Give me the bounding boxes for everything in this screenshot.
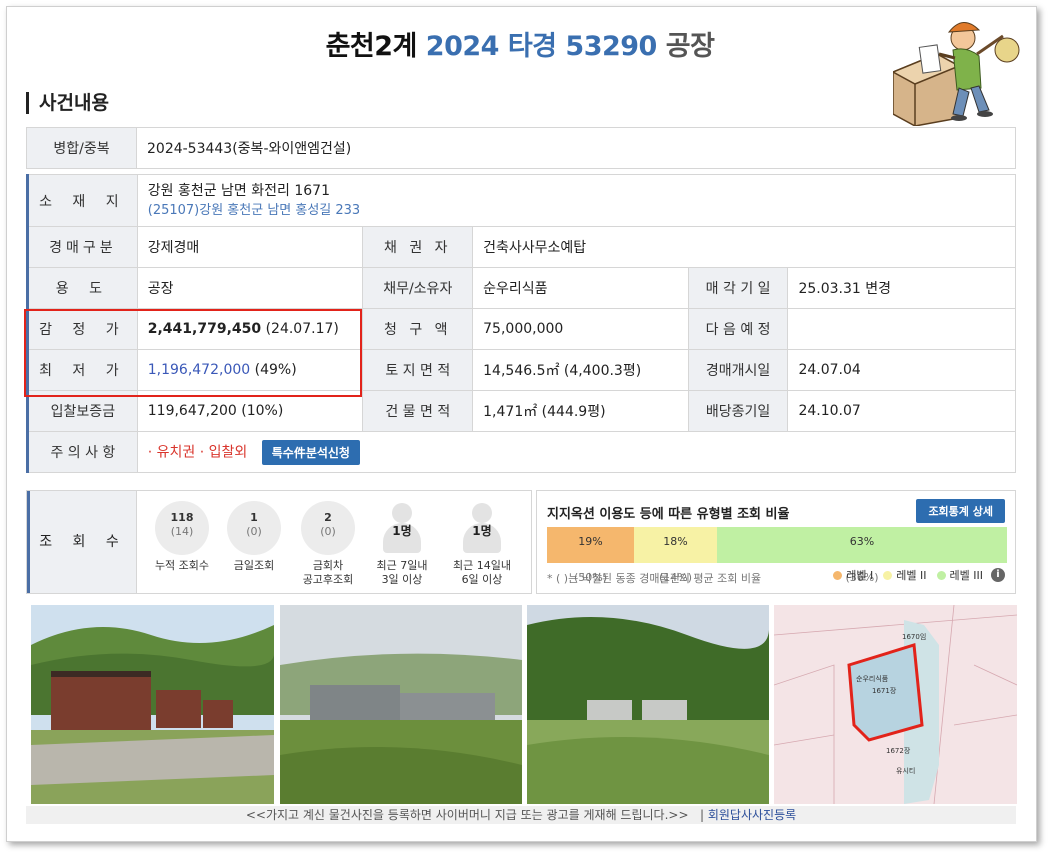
map-label-road: 유시티 <box>896 766 915 775</box>
legend-dot-level3 <box>936 570 946 580</box>
debtor-value: 순우리식품 <box>472 267 689 309</box>
ratio-note: * ( )는 낙찰된 동종 경매물건의 평균 조회 비율 <box>547 572 762 585</box>
property-photo-1[interactable] <box>31 605 274 804</box>
special-analysis-button[interactable]: 특수件분석신청 <box>261 439 360 465</box>
property-category: 공장 <box>665 31 715 62</box>
building-area-value: 1,471㎡ (444.9평) <box>472 390 689 432</box>
map-label-lot2: 1670임 <box>902 633 926 641</box>
view-count-label: 조 회 수 <box>27 491 137 593</box>
land-area-value: 14,546.5㎡ (4,400.3평) <box>472 349 689 391</box>
view-stat-round: 2 (0) 금회차 공고후조회 <box>291 501 365 587</box>
view-stat-total: 118 (14) 누적 조회수 <box>145 501 219 573</box>
view-stat-today: 1 (0) 금일조회 <box>217 501 291 573</box>
map-label-lot: 1671장 <box>872 686 897 695</box>
view-stat-14days: 1명 최근 14일내 6일 이상 <box>445 501 519 587</box>
next-date-label: 다 음 예 정 <box>687 308 789 350</box>
property-photo-3[interactable] <box>527 605 769 804</box>
auction-type-value: 강제경매 <box>136 226 364 268</box>
photo-caption-bar: <<가지고 계신 물건사진을 등록하면 사이버머니 지급 또는 광고를 게재해 … <box>26 806 1016 824</box>
map-label-company: 순우리식품 <box>856 674 889 683</box>
merge-table: 병합/중복 2024-53443(중복-와이앤엠건설) <box>26 127 1016 169</box>
ratio-segment-level2: 18% (14%) <box>634 527 717 584</box>
creditor-value: 건축사사무소예탑 <box>472 226 1016 268</box>
map-label-lot3: 1672장 <box>886 746 911 755</box>
view-stat-7days: 1명 최근 7일내 3일 이상 <box>365 501 439 587</box>
view-count-panel: 조 회 수 118 (14) 누적 조회수 1 (0) 금일조회 2 (0) 금회차 공… <box>26 490 532 594</box>
dividend-date-label: 배당종기일 <box>687 390 789 432</box>
view-ratio-title: 지지옥션 이용도 등에 따른 유형별 조회 비율 <box>547 507 790 522</box>
case-number: 2024 타경 53290 <box>425 31 658 62</box>
ratio-legend: 레벨 I 레벨 II 레벨 III i <box>827 567 1005 583</box>
legend-dot-level1 <box>833 570 843 580</box>
caption-separator: | <box>699 808 705 822</box>
page-title: 춘천2계 2024 타경 53290 공장 <box>0 24 1040 63</box>
notice-label: 주 의 사 항 <box>26 431 138 473</box>
ratio-segment-level1: 19% (50%) <box>547 527 634 584</box>
info-icon[interactable]: i <box>991 568 1005 582</box>
usage-label: 용 도 <box>26 267 138 309</box>
court-name: 춘천2계 <box>325 31 418 62</box>
start-date-label: 경매개시일 <box>687 349 789 391</box>
usage-value: 공장 <box>136 267 364 309</box>
property-photo-2[interactable] <box>280 605 522 804</box>
person-icon: 1명 <box>375 501 429 555</box>
dividend-date-value: 24.10.07 <box>787 390 1016 432</box>
sale-date-value: 25.03.31 변경 <box>787 267 1016 309</box>
view-ratio-bar: 19% (50%) 18% (14%) 63% (36%) <box>547 527 1007 584</box>
view-stats-detail-button[interactable]: 조회통계 상세 <box>916 499 1005 523</box>
next-date-value <box>787 308 1016 350</box>
person-icon: 1명 <box>455 501 509 555</box>
cadastral-map[interactable]: 순우리식품 1671장 1670임 1672장 유시티 <box>774 605 1017 804</box>
view-ratio-panel: 지지옥션 이용도 등에 따른 유형별 조회 비율 조회통계 상세 19% (50%… <box>536 490 1016 594</box>
section-title: 사건내용 <box>26 92 109 114</box>
merge-label: 병합/중복 <box>26 127 137 169</box>
location-label: 소 재 지 <box>26 174 138 227</box>
notice-value: · 유치권 · 입찰외 <box>147 444 248 460</box>
auction-type-label: 경매구분 <box>26 226 138 268</box>
sale-date-label: 매 각 기 일 <box>687 267 789 309</box>
land-area-label: 토 지 면 적 <box>362 349 474 391</box>
photo-register-notice: <<가지고 계신 물건사진을 등록하면 사이버머니 지급 또는 광고를 게재해 … <box>245 808 689 822</box>
location-road-address[interactable]: (25107)강원 홍천군 남면 홍성길 233 <box>148 201 1005 220</box>
price-highlight-box <box>24 309 362 397</box>
register-photo-link[interactable]: 회원답사사진등록 <box>708 808 796 822</box>
ratio-segment-level3: 63% (36%) <box>717 527 1007 584</box>
claim-label: 청 구 액 <box>362 308 474 350</box>
debtor-label: 채무/소유자 <box>362 267 474 309</box>
start-date-value: 24.07.04 <box>787 349 1016 391</box>
creditor-label: 채 권 자 <box>362 226 474 268</box>
claim-value: 75,000,000 <box>472 308 689 350</box>
building-area-label: 건 물 면 적 <box>362 390 474 432</box>
legend-dot-level2 <box>883 570 893 580</box>
merge-value: 2024-53443(중복-와이앤엠건설) <box>136 127 1016 169</box>
location-address: 강원 홍천군 남면 화전리 1671 <box>147 182 330 199</box>
mascot-illustration <box>893 22 1020 126</box>
